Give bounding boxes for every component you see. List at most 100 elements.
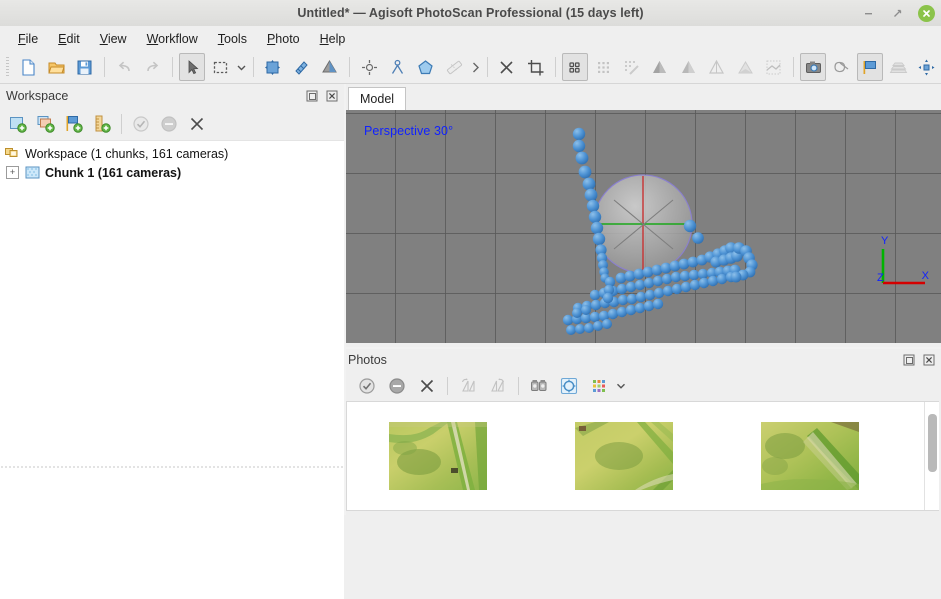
close-panel-icon <box>326 90 338 102</box>
reset-view-button[interactable] <box>914 53 940 81</box>
workspace-close-button[interactable] <box>324 88 340 104</box>
remove-items-button[interactable] <box>184 111 210 137</box>
rotate-left-button[interactable] <box>455 373 481 399</box>
estimate-quality-icon <box>531 380 547 391</box>
move-object-button[interactable] <box>260 53 286 81</box>
thumbnail-aerial-photo-2[interactable] <box>575 422 673 490</box>
close-button[interactable] <box>918 4 935 22</box>
thumbnail-aerial-photo-1[interactable] <box>389 422 487 490</box>
delete-selection-button[interactable] <box>494 53 520 81</box>
photos-scrollbar-thumb[interactable] <box>928 414 937 472</box>
classified-cloud-view-button[interactable] <box>618 53 644 81</box>
selection-tools-dropdown[interactable] <box>235 54 248 80</box>
workspace-float-button[interactable] <box>304 88 320 104</box>
photos-more-dropdown[interactable] <box>614 373 628 399</box>
photos-float-button[interactable] <box>901 352 917 368</box>
add-marker-button[interactable] <box>384 53 410 81</box>
rotate-left-icon <box>461 378 475 392</box>
menu-workflow[interactable]: Workflow <box>137 29 208 49</box>
tree-row-chunk-1[interactable]: + Chunk 1 (161 cameras) <box>0 163 344 182</box>
reset-filter-button[interactable] <box>556 373 582 399</box>
crop-selection-button[interactable] <box>522 53 548 81</box>
estimate-image-quality-button[interactable] <box>526 373 552 399</box>
chunk-icon <box>24 165 40 181</box>
workspace-tree: Workspace (1 chunks, 161 cameras) + Chun… <box>0 141 344 387</box>
maximize-button[interactable] <box>889 5 906 22</box>
workspace-panel: Workspace Workspace (1 chunks, 161 camer… <box>0 84 344 599</box>
dense-cloud-view-button[interactable] <box>590 53 616 81</box>
chevron-right-icon <box>472 62 479 72</box>
tree-row-workspace-root[interactable]: Workspace (1 chunks, 161 cameras) <box>0 144 344 163</box>
show-region-button[interactable] <box>828 53 854 81</box>
redo-button[interactable] <box>139 53 165 81</box>
workspace-panel-header: Workspace <box>0 84 344 108</box>
open-folder-button[interactable] <box>43 53 69 81</box>
disable-items-button[interactable] <box>156 111 182 137</box>
toolbar-separator <box>792 57 794 77</box>
chevron-down-icon <box>617 383 625 389</box>
add-scalebar-button[interactable] <box>89 111 115 137</box>
menu-help[interactable]: Help <box>310 29 356 49</box>
thumbnail-aerial-photo-3[interactable] <box>761 422 859 490</box>
classified-cloud-icon <box>625 60 639 75</box>
crop-selection-icon <box>527 59 544 75</box>
menu-file[interactable]: File <box>8 29 48 49</box>
restore-icon <box>894 9 902 17</box>
rectangle-selection-button[interactable] <box>207 53 233 81</box>
undo-arrow-icon <box>118 61 130 71</box>
show-tiepoints-button[interactable] <box>885 53 911 81</box>
toolbar-separator <box>554 57 556 77</box>
rotate-right-icon <box>491 378 505 392</box>
shaded-model-view-button[interactable] <box>647 53 673 81</box>
dem-view-button[interactable] <box>760 53 786 81</box>
measure-button[interactable] <box>441 53 467 81</box>
add-shape-button[interactable] <box>413 53 439 81</box>
scale-object-button[interactable] <box>317 53 343 81</box>
toolbar-separator <box>486 57 488 77</box>
menu-view[interactable]: View <box>90 29 137 49</box>
model-viewport[interactable]: Perspective 30° Y X Z <box>346 110 941 343</box>
minimize-button[interactable] <box>860 5 877 22</box>
save-button[interactable] <box>72 53 98 81</box>
photos-panel: Photos <box>346 349 941 515</box>
add-point-button[interactable] <box>356 53 382 81</box>
toolbar-grip[interactable] <box>6 57 9 77</box>
rotate-right-button[interactable] <box>485 373 511 399</box>
axis-label-x: X <box>922 270 930 282</box>
rotate-object-button[interactable] <box>288 53 314 81</box>
show-cameras-button[interactable] <box>799 53 827 81</box>
photos-vertical-scrollbar[interactable] <box>924 402 939 510</box>
add-chunk-button[interactable] <box>5 111 31 137</box>
tree-label-chunk-1: Chunk 1 (161 cameras) <box>45 165 182 180</box>
menu-tools[interactable]: Tools <box>208 29 257 49</box>
window-controls <box>860 0 935 26</box>
tree-expander-chunk-1[interactable]: + <box>6 166 19 179</box>
show-markers-button[interactable] <box>856 53 884 81</box>
add-photos-button[interactable] <box>33 111 59 137</box>
solid-model-view-button[interactable] <box>675 53 701 81</box>
photos-close-button[interactable] <box>921 352 937 368</box>
close-panel-icon <box>923 354 935 366</box>
disable-photos-button[interactable] <box>384 373 410 399</box>
menu-photo[interactable]: Photo <box>257 29 310 49</box>
navigation-cursor-button[interactable] <box>178 53 206 81</box>
reset-filter-icon <box>560 377 578 395</box>
thumbnail-size-button[interactable] <box>586 373 612 399</box>
remove-photos-button[interactable] <box>414 373 440 399</box>
enable-items-button[interactable] <box>128 111 154 137</box>
enable-photos-button[interactable] <box>354 373 380 399</box>
add-markers-button[interactable] <box>61 111 87 137</box>
textured-model-view-button[interactable] <box>732 53 758 81</box>
add-shape-icon <box>418 59 434 74</box>
workspace-root-icon <box>4 146 20 162</box>
menu-edit[interactable]: Edit <box>48 29 90 49</box>
tab-model[interactable]: Model <box>348 87 407 110</box>
wireframe-model-view-button[interactable] <box>704 53 730 81</box>
undo-button[interactable] <box>111 53 137 81</box>
new-document-button[interactable] <box>15 53 41 81</box>
axis-gizmo: Y X Z <box>877 235 930 285</box>
point-cloud-view-button[interactable] <box>561 53 588 81</box>
model-tab-bar: Model <box>346 84 941 110</box>
more-tools-expander[interactable] <box>469 54 482 80</box>
photos-thumbnail-strip[interactable] <box>346 401 939 511</box>
